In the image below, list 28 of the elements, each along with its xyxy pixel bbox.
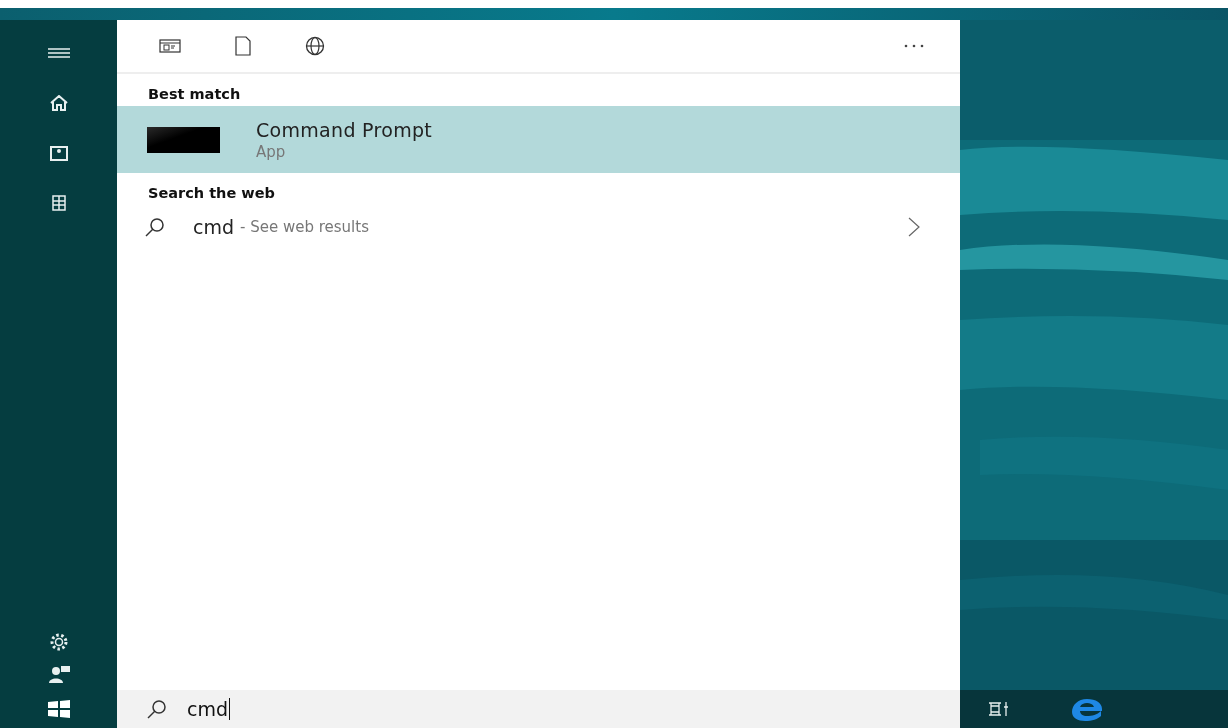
photo-frame-icon <box>49 145 68 161</box>
window-icon <box>159 39 181 53</box>
task-view-icon <box>988 701 1010 717</box>
building-icon <box>51 195 66 211</box>
globe-icon <box>305 36 325 56</box>
person-icon <box>47 665 70 683</box>
web-result-item[interactable]: cmd - See web results <box>117 205 960 249</box>
result-subtitle: App <box>256 142 287 161</box>
menu-icon <box>47 47 70 59</box>
settings-icon <box>48 632 69 652</box>
more-icon <box>904 44 924 48</box>
section-heading: Search the web <box>147 184 276 203</box>
home-icon <box>49 95 68 111</box>
task-view-button[interactable] <box>988 701 1010 717</box>
browser-icon <box>1070 697 1104 721</box>
web-results-hint: - See web results <box>240 218 369 236</box>
search-icon <box>145 217 165 237</box>
chevron-icon <box>908 217 920 237</box>
search-field[interactable]: cmd <box>117 690 960 728</box>
section-heading: Best match <box>147 85 242 104</box>
search-text: cmd <box>187 698 230 720</box>
browser-button[interactable] <box>1070 697 1104 721</box>
result-item[interactable]: Command Prompt App <box>117 106 960 173</box>
search-icon <box>147 699 167 719</box>
result-title: Command Prompt <box>256 118 433 141</box>
query-text: cmd <box>193 216 234 238</box>
document-icon <box>235 36 251 56</box>
start-icon <box>47 700 70 718</box>
